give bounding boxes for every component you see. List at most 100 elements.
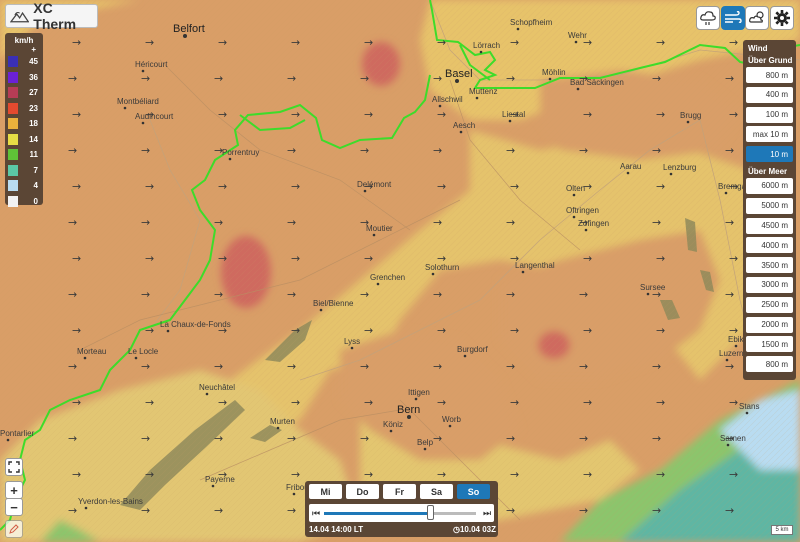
legend-swatch <box>8 56 18 68</box>
skip-start-icon[interactable]: ⏮ <box>312 508 320 519</box>
day-tab[interactable]: Mi <box>309 484 342 499</box>
wind-arrow: → <box>72 108 81 121</box>
minus-icon: − <box>10 499 18 515</box>
sea-level-button[interactable]: 4000 m <box>746 237 793 254</box>
wind-arrow: → <box>652 504 661 517</box>
panel-wind-header: Wind <box>748 44 768 53</box>
wind-arrow: → <box>725 288 734 301</box>
place-label: Yverdon-les-Bains <box>78 497 143 506</box>
place-dot <box>479 50 483 54</box>
edit-button[interactable] <box>5 520 23 538</box>
day-tab[interactable]: So <box>457 484 490 499</box>
wind-arrow: → <box>437 396 446 409</box>
wind-map[interactable]: → → → → → → → → → → → → → → → → → → → → → → → → → → → → → → → → → → → → → → → →… <box>0 0 800 542</box>
place-label: Köniz <box>383 420 403 429</box>
wind-arrow: → <box>68 432 77 445</box>
day-tab[interactable]: Do <box>346 484 379 499</box>
wind-arrow: → <box>68 216 77 229</box>
wind-speed-legend: km/h + 45 36 27 23 18 14 11 7 4 0 <box>5 33 43 207</box>
place-label: Schopfheim <box>510 18 553 27</box>
day-tab[interactable]: Fr <box>383 484 416 499</box>
place-dot <box>508 119 512 123</box>
place-label: Zofingen <box>578 219 609 228</box>
sea-level-button[interactable]: 800 m <box>746 356 793 373</box>
wind-arrow: → <box>729 396 738 409</box>
legend-label: 27 <box>29 88 38 98</box>
wind-arrow: → <box>725 72 734 85</box>
place-dot <box>228 157 232 161</box>
day-tab[interactable]: Sa <box>420 484 453 499</box>
wind-arrow: → <box>360 360 369 373</box>
sea-level-button[interactable]: 4500 m <box>746 217 793 234</box>
wind-arrow: → <box>656 252 665 265</box>
place-label: Lörrach <box>473 41 500 50</box>
place-dot <box>521 270 525 274</box>
place-label: Sarnen <box>720 434 746 443</box>
wind-layer-button[interactable] <box>721 6 745 30</box>
wind-arrow: → <box>141 432 150 445</box>
ground-level-button[interactable]: 800 m <box>746 67 793 83</box>
zoom-in-button[interactable]: + <box>5 481 23 499</box>
place-dot <box>725 358 729 362</box>
sea-level-button[interactable]: 3500 m <box>746 257 793 274</box>
wind-arrow: → <box>729 108 738 121</box>
model-run-label: 10.04 03Z <box>459 525 497 534</box>
legend-row: 18 <box>8 116 40 132</box>
thermal-layer-button[interactable] <box>696 6 720 30</box>
app-logo[interactable]: XC Therm <box>5 0 98 32</box>
wind-arrow: → <box>652 432 661 445</box>
ground-level-button[interactable]: 10 m <box>746 146 793 163</box>
wind-arrow: → <box>506 72 515 85</box>
place-label: Pontarlier <box>0 429 35 438</box>
place-dot <box>734 344 738 348</box>
place-label: Muttenz <box>469 87 497 96</box>
wind-arrow: → <box>218 252 227 265</box>
wind-arrow: → <box>433 72 442 85</box>
wind-arrow: → <box>729 468 738 481</box>
place-dot <box>516 27 520 31</box>
time-slider-knob[interactable] <box>427 505 435 520</box>
settings-button[interactable] <box>770 6 794 30</box>
wind-arrow: → <box>291 252 300 265</box>
sea-level-button[interactable]: 1500 m <box>746 336 793 353</box>
wind-arrow: → <box>291 180 300 193</box>
ground-level-button[interactable]: 400 m <box>746 86 793 103</box>
place-label: Belp <box>417 438 434 447</box>
place-label: Brugg <box>680 111 701 120</box>
place-label: Audincourt <box>135 112 174 121</box>
wind-arrow: → <box>214 72 223 85</box>
wind-arrow: → <box>656 396 665 409</box>
place-dot <box>626 171 630 175</box>
place-dot <box>572 215 576 219</box>
place-label: Payerne <box>205 475 235 484</box>
place-dot <box>726 443 730 447</box>
place-label: Bern <box>397 404 420 416</box>
sea-level-button[interactable]: 6000 m <box>746 177 793 194</box>
wind-arrow: → <box>214 432 223 445</box>
fullscreen-button[interactable] <box>5 458 23 476</box>
sea-level-button[interactable]: 2500 m <box>746 296 793 313</box>
place-dot <box>646 292 650 296</box>
wind-arrow: → <box>291 468 300 481</box>
ground-level-button[interactable]: max 10 m <box>746 126 793 143</box>
map-scale: 5 km <box>771 525 793 535</box>
sea-level-button[interactable]: 2000 m <box>746 316 793 333</box>
weather-button[interactable] <box>745 6 769 30</box>
place-dot <box>414 397 418 401</box>
wind-arrow: → <box>656 108 665 121</box>
legend-label: 0 <box>33 196 38 206</box>
wind-arrow: → <box>433 432 442 445</box>
skip-end-icon[interactable]: ⏭ <box>483 508 491 519</box>
place-dot <box>584 228 588 232</box>
wind-arrow: → <box>725 216 734 229</box>
legend-label: 36 <box>29 72 38 82</box>
place-label: Oftringen <box>566 206 599 215</box>
sea-level-button[interactable]: 5000 m <box>746 197 793 214</box>
place-label: Murten <box>270 417 295 426</box>
time-slider[interactable]: ⏮ ⏭ <box>309 504 494 522</box>
sea-level-button[interactable]: 3000 m <box>746 276 793 293</box>
wind-arrow: → <box>72 36 81 49</box>
zoom-out-button[interactable]: − <box>5 498 23 516</box>
place-label: Biel/Bienne <box>313 299 354 308</box>
ground-level-button[interactable]: 100 m <box>746 106 793 123</box>
